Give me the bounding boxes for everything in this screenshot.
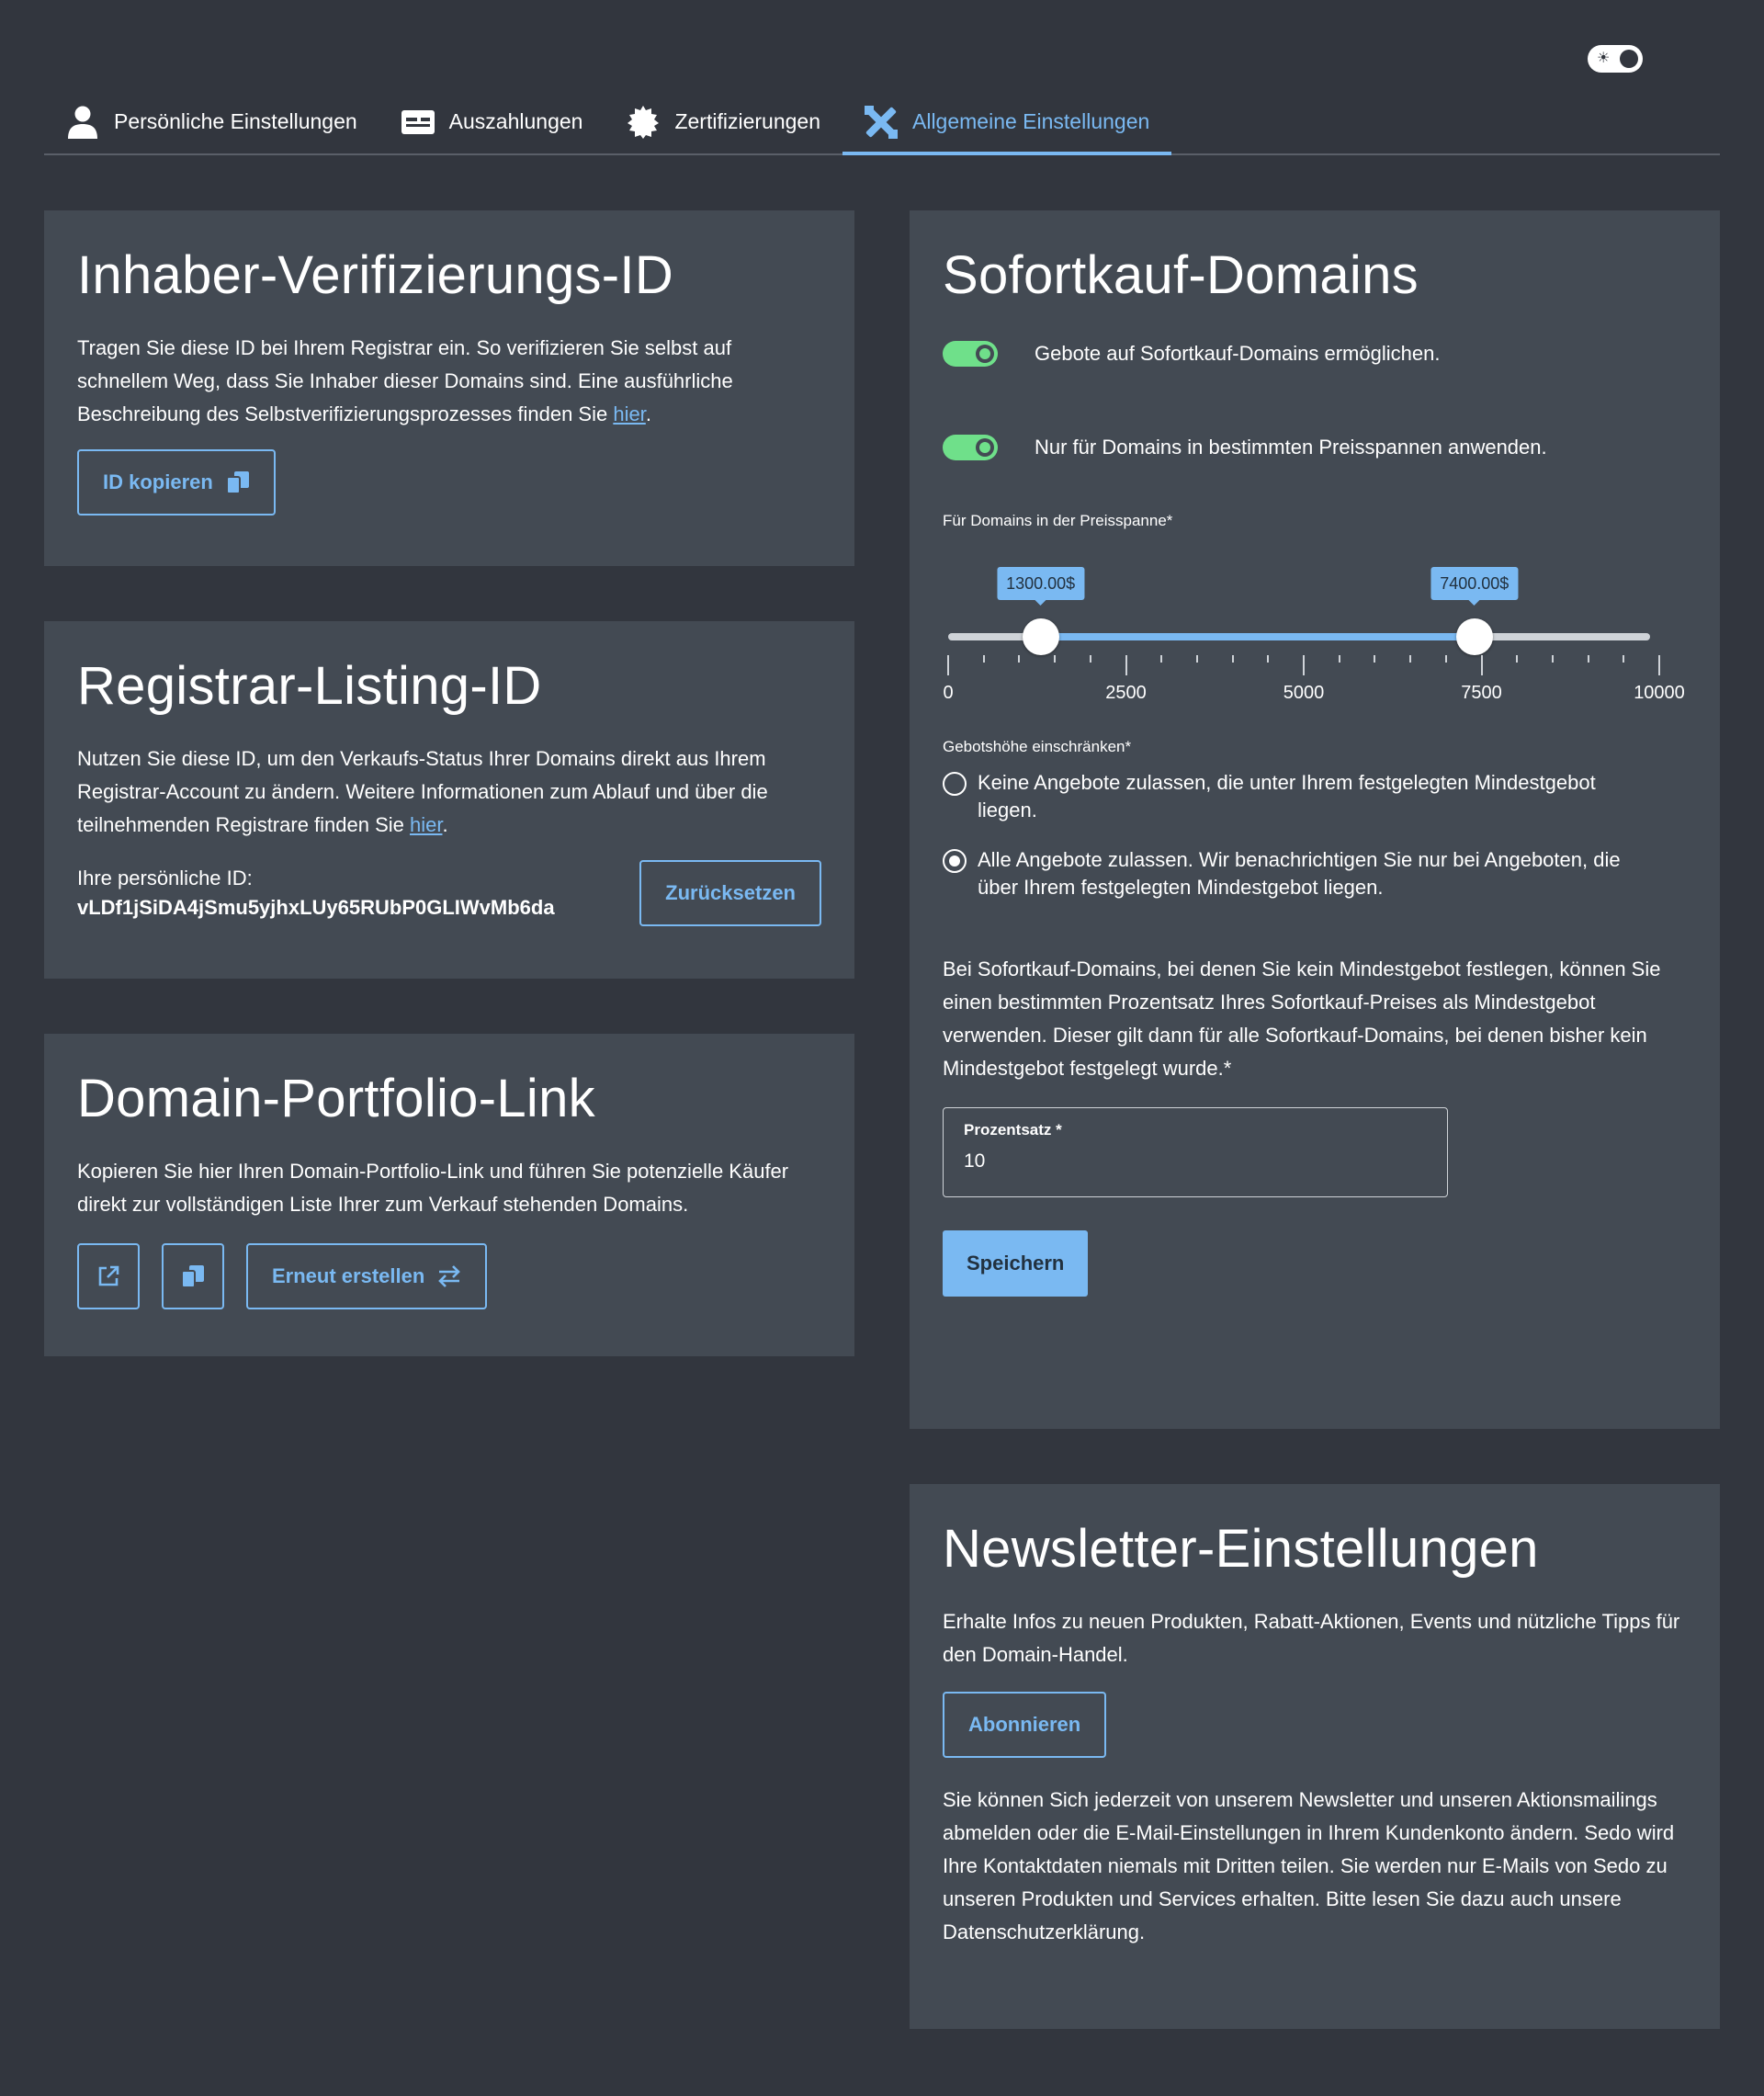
save-button[interactable]: Speichern	[943, 1230, 1089, 1297]
slider-low-handle[interactable]	[1022, 618, 1059, 655]
slider-minor-tick	[982, 655, 985, 663]
card-title: Domain-Portfolio-Link	[77, 1069, 595, 1128]
card-title: Sofortkauf-Domains	[943, 245, 1419, 305]
slider-minor-tick	[1516, 655, 1519, 663]
slider-minor-tick	[1195, 655, 1198, 663]
radio-option-allow[interactable]: Alle Angebote zulassen. Wir benachrichti…	[943, 846, 1687, 901]
slider-major-tick	[1303, 655, 1305, 675]
slider-tick-label: 5000	[1283, 683, 1325, 703]
slider-high-value: 7400.00$	[1430, 567, 1519, 606]
toggle-label: Gebote auf Sofortkauf-Domains ermögliche…	[1035, 342, 1441, 365]
open-link-button[interactable]	[77, 1243, 140, 1309]
card-description: Nutzen Sie diese ID, um den Verkaufs-Sta…	[77, 747, 768, 836]
personal-id-value: vLDf1jSiDA4jSmu5yjhxLUy65RUbP0GLIWvMb6da	[77, 896, 555, 919]
price-range-toggle[interactable]	[943, 435, 998, 460]
price-range-label: Für Domains in der Preisspanne*	[943, 512, 1173, 529]
copy-id-button[interactable]: ID kopieren	[77, 449, 276, 516]
slider-high-handle[interactable]	[1455, 618, 1493, 655]
slider-minor-tick	[1089, 655, 1091, 663]
newsletter-footer-text: Sie können Sich jederzeit von unserem Ne…	[943, 1788, 1675, 1943]
tab-label: Allgemeine Einstellungen	[912, 109, 1150, 133]
radio-button-selected[interactable]	[943, 849, 967, 873]
toggle-label: Nur für Domains in bestimmten Preisspann…	[1035, 436, 1547, 459]
slider-minor-tick	[1409, 655, 1412, 663]
slider-tick-label: 10000	[1634, 683, 1685, 703]
slider-minor-tick	[1551, 655, 1554, 663]
copy-link-button[interactable]	[162, 1243, 224, 1309]
radio-button[interactable]	[943, 772, 967, 796]
slider-tick-label: 2500	[1105, 683, 1147, 703]
tab-personal-settings[interactable]: Persönliche Einstellungen	[44, 90, 379, 153]
radio-option-reject[interactable]: Keine Angebote zulassen, die unter Ihrem…	[943, 769, 1687, 824]
instant-buy-card: Sofortkauf-Domains Gebote auf Sofortkauf…	[910, 210, 1720, 1429]
tab-label: Zertifizierungen	[674, 109, 820, 133]
owner-verification-card: Inhaber-Verifizierungs-ID Tragen Sie die…	[44, 210, 854, 566]
tab-general-settings[interactable]: Allgemeine Einstellungen	[842, 90, 1172, 155]
slider-minor-tick	[1444, 655, 1447, 663]
slider-minor-tick	[1623, 655, 1625, 663]
settings-tabs: Persönliche Einstellungen Auszahlungen Z…	[44, 90, 1720, 155]
portfolio-link-card: Domain-Portfolio-Link Kopieren Sie hier …	[44, 1034, 854, 1356]
percentage-description: Bei Sofortkauf-Domains, bei denen Sie ke…	[943, 957, 1661, 1080]
allow-bids-toggle-row: Gebote auf Sofortkauf-Domains ermögliche…	[943, 341, 1687, 367]
card-description: Kopieren Sie hier Ihren Domain-Portfolio…	[77, 1160, 789, 1216]
slider-major-tick	[1658, 655, 1660, 675]
slider-major-tick	[947, 655, 949, 675]
card-title: Newsletter-Einstellungen	[943, 1519, 1539, 1579]
slider-minor-tick	[1018, 655, 1021, 663]
tab-label: Persönliche Einstellungen	[114, 109, 357, 133]
sun-icon: ☀	[1597, 51, 1611, 66]
external-link-icon	[96, 1264, 120, 1288]
slider-minor-tick	[1054, 655, 1057, 663]
card-title: Registrar-Listing-ID	[77, 656, 542, 716]
slider-selected-range	[1040, 633, 1475, 640]
slider-tick-label: 7500	[1461, 683, 1502, 703]
registrar-listing-card: Registrar-Listing-ID Nutzen Sie diese ID…	[44, 621, 854, 979]
price-range-slider[interactable]: 1300.00$ 7400.00$ 0 2500 5000 7500 10000	[943, 567, 1685, 705]
tab-label: Auszahlungen	[448, 109, 583, 133]
theme-toggle-knob	[1620, 50, 1638, 68]
swap-arrows-icon	[437, 1265, 461, 1287]
slider-minor-tick	[1267, 655, 1270, 663]
slider-minor-tick	[1587, 655, 1589, 663]
certificate-icon	[627, 105, 660, 139]
help-link[interactable]: hier	[410, 813, 442, 836]
percentage-input[interactable]	[964, 1150, 1427, 1173]
price-range-toggle-row: Nur für Domains in bestimmten Preisspann…	[943, 435, 1687, 460]
tab-certifications[interactable]: Zertifizierungen	[605, 90, 842, 153]
slider-major-tick	[1125, 655, 1127, 675]
radio-label: Alle Angebote zulassen. Wir benachrichti…	[978, 848, 1621, 899]
personal-id-label: Ihre persönliche ID:	[77, 867, 253, 889]
slider-major-tick	[1480, 655, 1483, 675]
id-card-icon	[401, 106, 435, 139]
percentage-field-label: Prozentsatz *	[964, 1121, 1062, 1139]
newsletter-description: Erhalte Infos zu neuen Produkten, Rabatt…	[943, 1610, 1680, 1666]
help-link[interactable]: hier	[613, 402, 645, 425]
regenerate-button[interactable]: Erneut erstellen	[246, 1243, 488, 1309]
slider-minor-tick	[1231, 655, 1234, 663]
card-title: Inhaber-Verifizierungs-ID	[77, 245, 674, 305]
percentage-field[interactable]: Prozentsatz *	[943, 1107, 1448, 1197]
reset-button[interactable]: Zurücksetzen	[639, 860, 821, 926]
copy-icon	[225, 471, 250, 493]
newsletter-card: Newsletter-Einstellungen Erhalte Infos z…	[910, 1484, 1720, 2029]
slider-tick-label: 0	[943, 683, 954, 703]
copy-icon	[181, 1265, 205, 1287]
bid-limit-label: Gebotshöhe einschränken*	[943, 738, 1132, 755]
slider-minor-tick	[1374, 655, 1376, 663]
user-icon	[66, 106, 99, 139]
subscribe-button[interactable]: Abonnieren	[943, 1692, 1107, 1758]
slider-minor-tick	[1338, 655, 1340, 663]
radio-label: Keine Angebote zulassen, die unter Ihrem…	[978, 771, 1596, 821]
allow-bids-toggle[interactable]	[943, 341, 998, 367]
card-description: Tragen Sie diese ID bei Ihrem Registrar …	[77, 336, 733, 425]
theme-toggle[interactable]: ☀	[1588, 45, 1643, 73]
slider-minor-tick	[1160, 655, 1163, 663]
slider-low-value: 1300.00$	[997, 567, 1085, 606]
tools-icon	[865, 105, 898, 139]
tab-payouts[interactable]: Auszahlungen	[379, 90, 605, 153]
